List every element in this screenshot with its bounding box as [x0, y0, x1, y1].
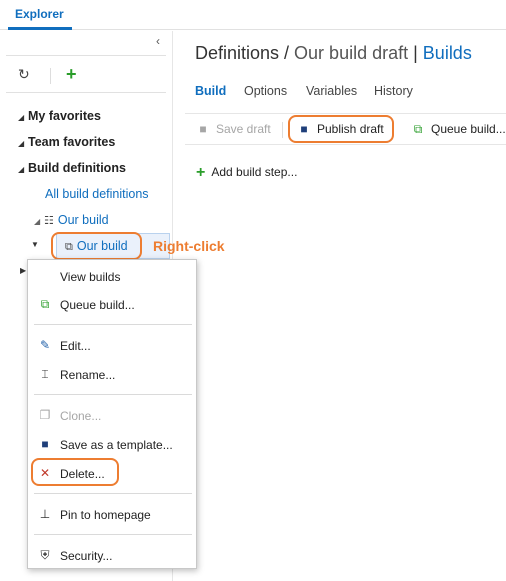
menu-divider	[34, 493, 192, 494]
breadcrumb-separator: |	[408, 43, 423, 63]
page-title: Definitions / Our build draft | Builds	[195, 43, 472, 64]
pin-icon: ⊥	[39, 507, 51, 521]
expanded-triangle-icon: ◢	[34, 217, 41, 226]
highlight-callout-delete	[31, 458, 119, 486]
save-draft-button[interactable]: ■ Save draft	[195, 122, 271, 136]
menu-item-save-as-template[interactable]: ■ Save as a template...	[28, 433, 196, 457]
menu-item-label: Security...	[60, 549, 113, 563]
expanded-triangle-icon: ◢	[18, 113, 25, 122]
menu-item-label: Queue build...	[60, 298, 135, 312]
menu-item-label: Save as a template...	[60, 438, 173, 452]
queue-build-icon: ⧉	[413, 122, 423, 136]
menu-item-label: View builds	[60, 270, 121, 284]
menu-divider	[34, 394, 192, 395]
tree-item-team-favorites[interactable]: ◢ Team favorites	[18, 135, 115, 153]
tree-item-our-build[interactable]: ◢ ☷ Our build	[34, 213, 109, 231]
left-toolbar: ↻ +	[6, 55, 166, 93]
command-divider	[282, 122, 283, 138]
highlight-callout	[51, 232, 142, 260]
menu-divider	[34, 324, 192, 325]
menu-item-queue-build[interactable]: ⧉ Queue build...	[28, 293, 196, 317]
tree-item-label: All build definitions	[45, 187, 149, 201]
add-icon[interactable]: +	[66, 64, 77, 85]
menu-divider	[34, 534, 192, 535]
collapse-triangle-icon[interactable]: ▼	[31, 240, 39, 249]
breadcrumb-definitions[interactable]: Definitions /	[195, 43, 294, 63]
tab-variables[interactable]: Variables	[306, 84, 357, 98]
tab-build[interactable]: Build	[195, 84, 226, 98]
save-icon: ■	[199, 122, 207, 136]
build-definition-icon: ☷	[44, 215, 54, 227]
annotation-right-click: Right-click	[153, 238, 225, 254]
save-icon: ■	[41, 437, 49, 451]
add-build-step-button[interactable]: + Add build step...	[196, 164, 297, 182]
menu-item-label: Rename...	[60, 368, 116, 382]
chevron-left-icon[interactable]: ‹	[156, 34, 160, 48]
breadcrumb-draft-name: Our build draft	[294, 43, 409, 63]
rename-icon: ⌶	[41, 367, 49, 381]
tree-item-label: Build definitions	[28, 161, 126, 175]
clone-icon: ❐	[39, 408, 51, 422]
tree-item-my-favorites[interactable]: ◢ My favorites	[18, 109, 101, 127]
tab-explorer[interactable]: Explorer	[15, 7, 64, 21]
tree-item-all-build-definitions[interactable]: All build definitions	[45, 187, 149, 205]
tab-options[interactable]: Options	[244, 84, 287, 98]
expand-triangle-icon[interactable]: ▶	[20, 266, 26, 275]
add-build-step-label: Add build step...	[211, 165, 298, 179]
menu-item-view-builds[interactable]: View builds	[28, 265, 196, 289]
top-bar: Explorer	[0, 0, 506, 30]
queue-build-label: Queue build...	[431, 122, 506, 136]
expanded-triangle-icon: ◢	[18, 139, 25, 148]
menu-item-label: Clone...	[60, 409, 102, 423]
queue-build-button[interactable]: ⧉ Queue build...	[410, 122, 506, 137]
highlight-callout-publish	[288, 115, 394, 143]
save-draft-label: Save draft	[216, 122, 271, 136]
tree-item-build-definitions[interactable]: ◢ Build definitions	[18, 161, 126, 179]
add-icon: +	[196, 164, 206, 181]
toolbar-divider	[50, 68, 51, 84]
menu-item-pin-to-homepage[interactable]: ⊥ Pin to homepage	[28, 503, 196, 527]
shield-icon: ⛨	[40, 548, 50, 562]
tab-history[interactable]: History	[374, 84, 413, 98]
context-menu: View builds ⧉ Queue build... ✎ Edit... ⌶…	[27, 259, 197, 569]
menu-item-label: Edit...	[60, 339, 91, 353]
tab-active-indicator	[8, 27, 72, 30]
menu-item-security[interactable]: ⛨ Security...	[28, 544, 196, 568]
queue-build-icon: ⧉	[40, 297, 50, 311]
menu-item-rename[interactable]: ⌶ Rename...	[28, 363, 196, 387]
tree-item-label: Our build	[57, 213, 109, 227]
tree-item-label: My favorites	[28, 109, 101, 123]
pencil-icon: ✎	[39, 338, 51, 352]
refresh-icon[interactable]: ↻	[18, 66, 30, 83]
menu-item-edit[interactable]: ✎ Edit...	[28, 334, 196, 358]
menu-item-label: Pin to homepage	[60, 508, 151, 522]
tree-item-label: Team favorites	[28, 135, 116, 149]
menu-item-clone: ❐ Clone...	[28, 404, 196, 428]
expanded-triangle-icon: ◢	[18, 165, 25, 174]
breadcrumb-builds[interactable]: Builds	[423, 43, 472, 63]
